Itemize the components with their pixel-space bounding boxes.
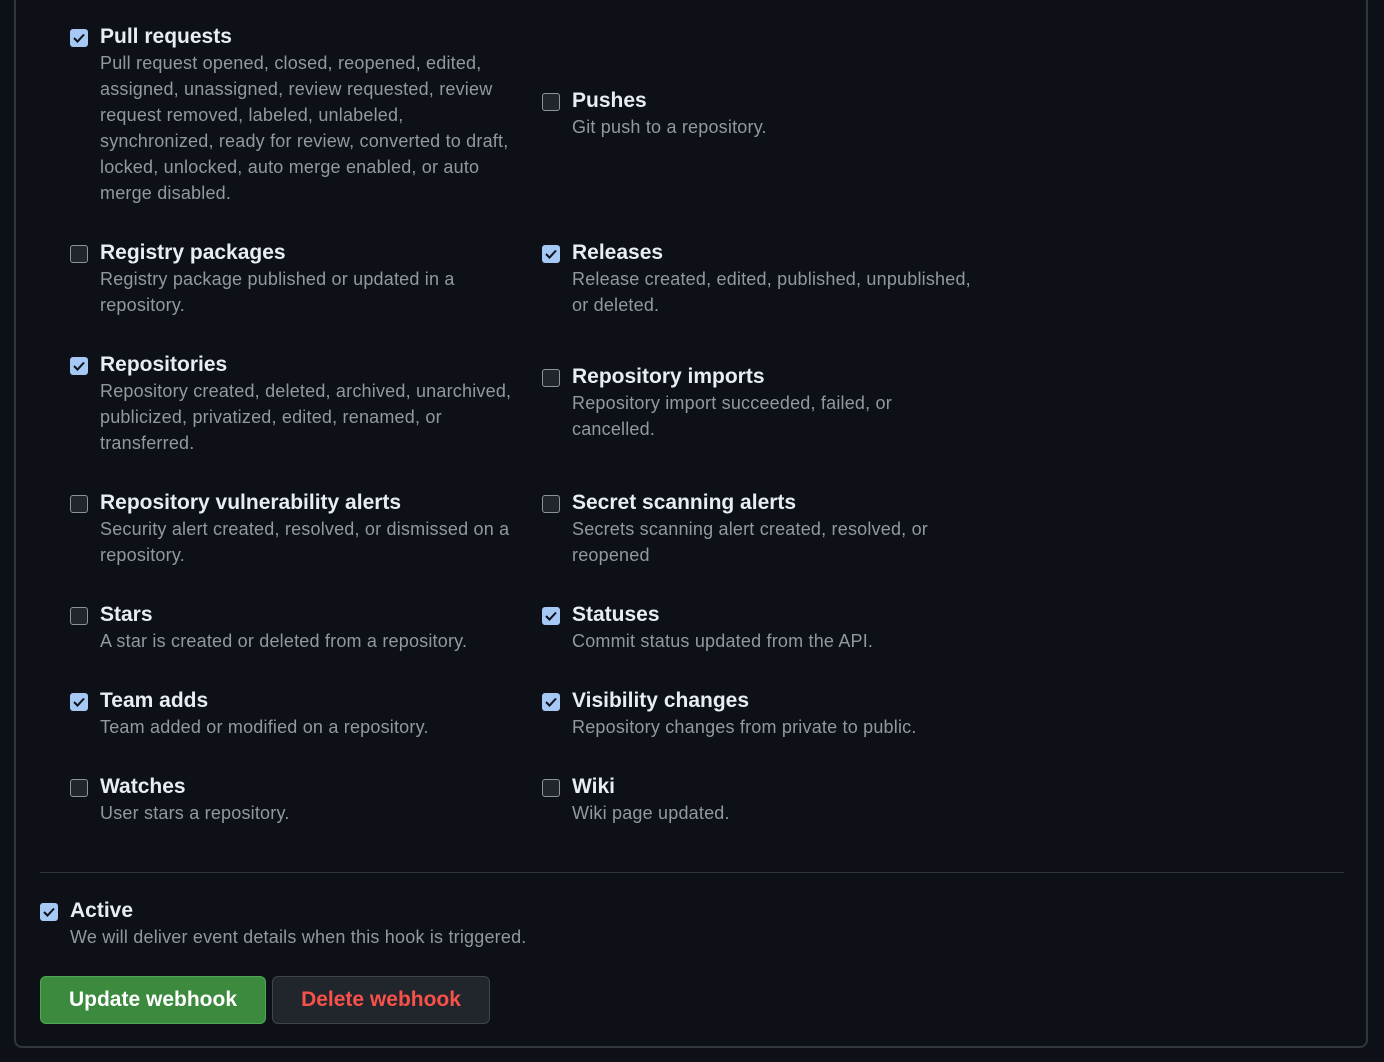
- event-repositories[interactable]: Repositories Repository created, deleted…: [70, 348, 520, 456]
- event-pull-requests[interactable]: Pull requests Pull request opened, close…: [70, 20, 520, 206]
- event-description: Repository changes from private to publi…: [572, 717, 917, 737]
- active-description: We will deliver event details when this …: [70, 927, 527, 947]
- active-title: Active: [70, 899, 134, 922]
- active-checkbox[interactable]: [40, 903, 58, 921]
- event-watches[interactable]: Watches User stars a repository.: [70, 770, 520, 826]
- event-title: Repositories: [100, 353, 228, 376]
- event-secret-scanning-alerts[interactable]: Secret scanning alerts Secrets scanning …: [542, 486, 972, 568]
- visibility-changes-checkbox[interactable]: [542, 693, 560, 711]
- event-description: Repository import succeeded, failed, or …: [572, 393, 892, 439]
- event-title: Watches: [100, 775, 186, 798]
- releases-checkbox[interactable]: [542, 245, 560, 263]
- event-title: Secret scanning alerts: [572, 491, 797, 514]
- event-description: Registry package published or updated in…: [100, 269, 455, 315]
- stars-checkbox[interactable]: [70, 607, 88, 625]
- event-title: Stars: [100, 603, 153, 626]
- event-title: Repository vulnerability alerts: [100, 491, 402, 514]
- active-option[interactable]: Active We will deliver event details whe…: [40, 894, 527, 950]
- event-title: Repository imports: [572, 365, 765, 388]
- event-description: Git push to a repository.: [572, 117, 767, 137]
- event-statuses[interactable]: Statuses Commit status updated from the …: [542, 598, 972, 654]
- event-title: Team adds: [100, 689, 209, 712]
- event-description: User stars a repository.: [100, 803, 290, 823]
- repository-imports-checkbox[interactable]: [542, 369, 560, 387]
- event-description: Commit status updated from the API.: [572, 631, 874, 651]
- event-stars[interactable]: Stars A star is created or deleted from …: [70, 598, 520, 654]
- event-description: Wiki page updated.: [572, 803, 730, 823]
- repositories-checkbox[interactable]: [70, 357, 88, 375]
- update-webhook-button[interactable]: Update webhook: [40, 976, 266, 1024]
- event-registry-packages[interactable]: Registry packages Registry package publi…: [70, 236, 520, 318]
- delete-webhook-button[interactable]: Delete webhook: [272, 976, 490, 1024]
- event-title: Registry packages: [100, 241, 286, 264]
- secret-scanning-alerts-checkbox[interactable]: [542, 495, 560, 513]
- statuses-checkbox[interactable]: [542, 607, 560, 625]
- event-description: Repository created, deleted, archived, u…: [100, 381, 512, 453]
- event-title: Pushes: [572, 89, 647, 112]
- registry-packages-checkbox[interactable]: [70, 245, 88, 263]
- event-visibility-changes[interactable]: Visibility changes Repository changes fr…: [542, 684, 972, 740]
- event-title: Statuses: [572, 603, 660, 626]
- event-releases[interactable]: Releases Release created, edited, publis…: [542, 236, 972, 318]
- event-description: Pull request opened, closed, reopened, e…: [100, 53, 509, 203]
- event-description: A star is created or deleted from a repo…: [100, 631, 468, 651]
- section-divider: [40, 872, 1344, 873]
- event-repository-vulnerability-alerts[interactable]: Repository vulnerability alerts Security…: [70, 486, 520, 568]
- event-description: Secrets scanning alert created, resolved…: [572, 519, 928, 565]
- event-title: Pull requests: [100, 25, 232, 48]
- pushes-checkbox[interactable]: [542, 93, 560, 111]
- event-description: Release created, edited, published, unpu…: [572, 269, 971, 315]
- event-title: Releases: [572, 241, 664, 264]
- event-description: Team added or modified on a repository.: [100, 717, 429, 737]
- event-repository-imports[interactable]: Repository imports Repository import suc…: [542, 360, 972, 442]
- event-description: Security alert created, resolved, or dis…: [100, 519, 510, 565]
- event-title: Visibility changes: [572, 689, 750, 712]
- event-wiki[interactable]: Wiki Wiki page updated.: [542, 770, 972, 826]
- watches-checkbox[interactable]: [70, 779, 88, 797]
- event-title: Wiki: [572, 775, 615, 798]
- wiki-checkbox[interactable]: [542, 779, 560, 797]
- event-pushes[interactable]: Pushes Git push to a repository.: [542, 84, 972, 140]
- pull-requests-checkbox[interactable]: [70, 29, 88, 47]
- event-team-adds[interactable]: Team adds Team added or modified on a re…: [70, 684, 520, 740]
- team-adds-checkbox[interactable]: [70, 693, 88, 711]
- repository-vulnerability-alerts-checkbox[interactable]: [70, 495, 88, 513]
